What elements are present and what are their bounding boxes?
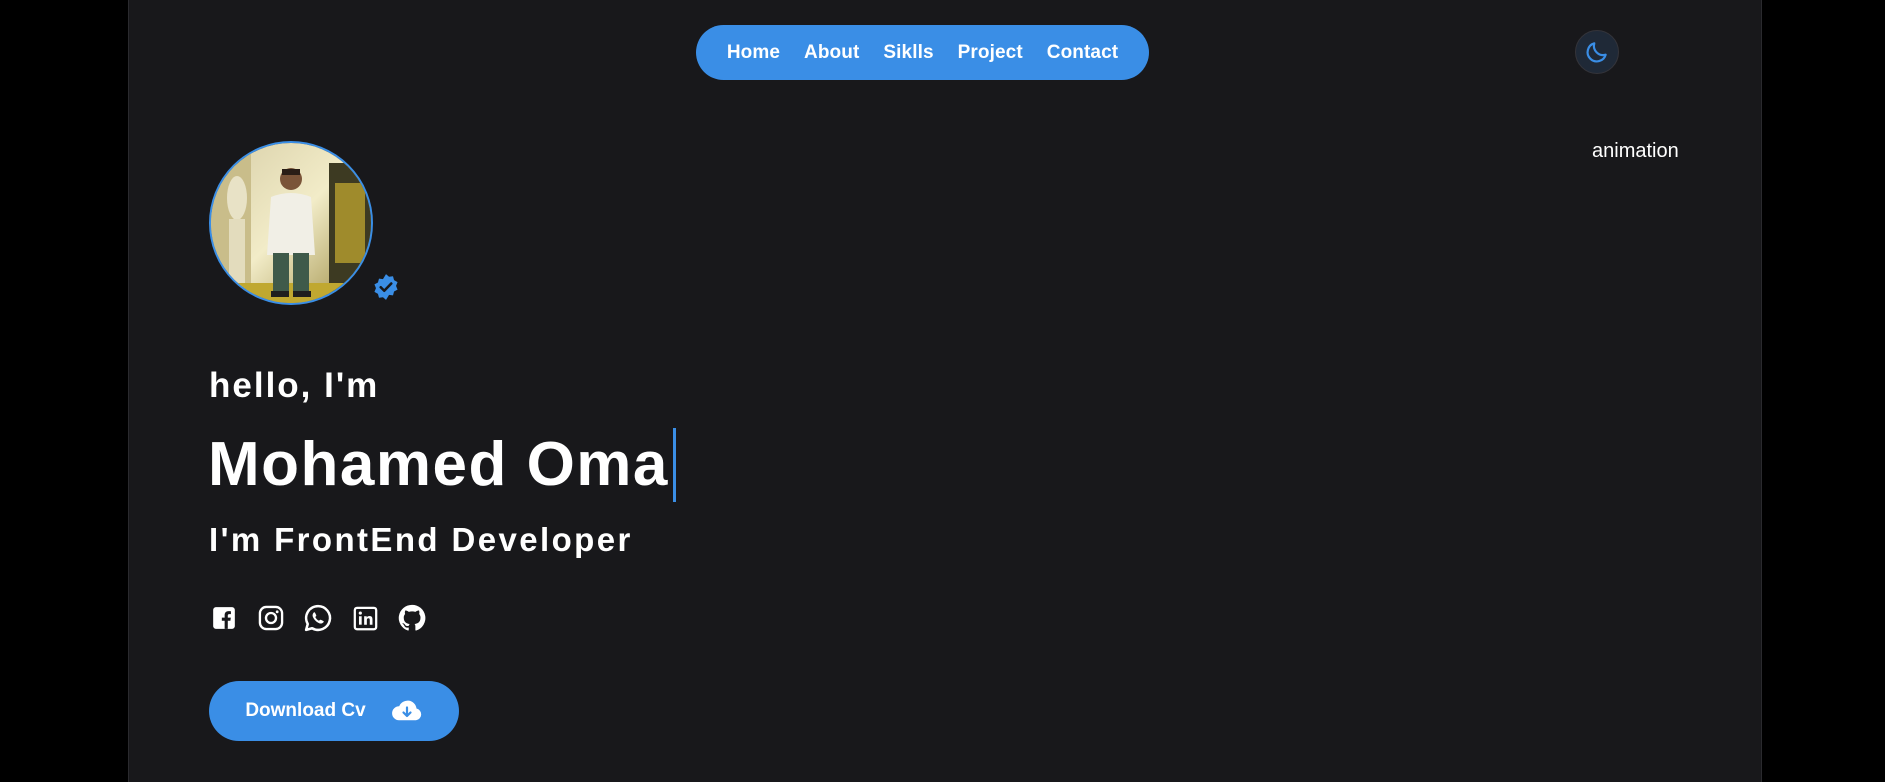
linkedin-icon (353, 606, 377, 630)
avatar-photo (211, 143, 371, 303)
download-cv-button[interactable]: Download Cv (209, 681, 459, 741)
github-link[interactable] (397, 603, 427, 633)
cloud-download-icon (391, 700, 421, 721)
github-icon (398, 604, 426, 631)
nav-contact[interactable]: Contact (1035, 42, 1130, 64)
avatar (209, 141, 373, 305)
instagram-icon (258, 605, 284, 631)
typing-caret (672, 428, 676, 502)
moon-icon (1586, 42, 1607, 63)
hero-name-line: Mohamed Oma (208, 428, 676, 502)
instagram-link[interactable] (256, 603, 286, 633)
hero-role: I'm FrontEnd Developer (209, 521, 633, 558)
nav-skills[interactable]: Siklls (871, 42, 945, 64)
nav-about[interactable]: About (792, 42, 871, 64)
hero-greeting: hello, I'm (209, 366, 380, 405)
hero-name: Mohamed Oma (208, 430, 669, 499)
theme-toggle-button[interactable] (1575, 30, 1619, 74)
main-navbar: Home About Siklls Project Contact (696, 25, 1149, 80)
animation-label: animation (1592, 140, 1679, 162)
facebook-link[interactable] (209, 603, 239, 633)
whatsapp-link[interactable] (303, 603, 333, 633)
facebook-icon (213, 607, 235, 629)
linkedin-link[interactable] (350, 603, 380, 633)
nav-project[interactable]: Project (946, 42, 1035, 64)
portfolio-page: Home About Siklls Project Contact animat… (128, 0, 1762, 782)
nav-home[interactable]: Home (715, 42, 792, 64)
social-links (209, 603, 427, 633)
whatsapp-icon (304, 604, 332, 632)
verified-badge-icon (374, 274, 398, 300)
download-cv-label: Download Cv (245, 700, 366, 721)
